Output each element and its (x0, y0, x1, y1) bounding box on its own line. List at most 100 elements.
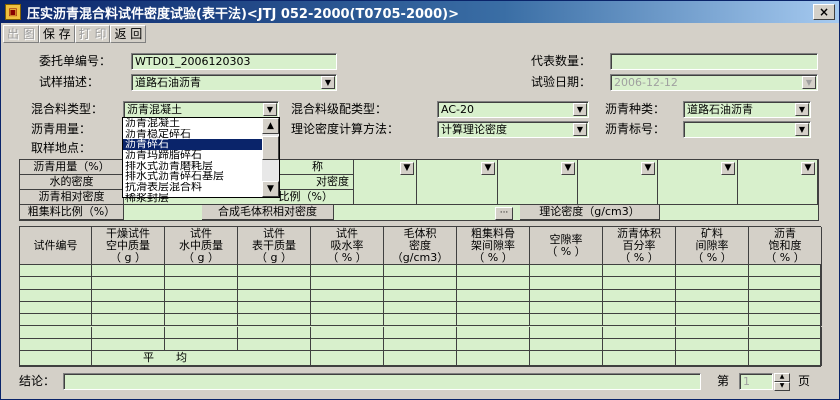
table-cell[interactable] (20, 277, 92, 290)
table-cell[interactable] (676, 326, 749, 339)
print-button[interactable]: 打 印 (74, 25, 111, 43)
table-cell[interactable] (92, 301, 165, 315)
table-cell[interactable] (384, 265, 457, 278)
table-cell[interactable] (20, 301, 92, 315)
table-cell[interactable] (457, 301, 530, 315)
table-cell[interactable] (20, 314, 92, 327)
table-cell[interactable] (384, 289, 457, 302)
avg-cell[interactable] (676, 351, 749, 366)
chevron-down-icon[interactable]: ▼ (263, 103, 277, 116)
table-cell[interactable] (92, 289, 165, 302)
page-up-icon[interactable]: ▲ (774, 373, 790, 382)
table-cell[interactable] (749, 314, 822, 327)
table-cell[interactable] (676, 265, 749, 278)
liqingzl-select[interactable]: 道路石油沥青 ▼ (683, 101, 811, 118)
avg-cell[interactable] (530, 351, 603, 366)
scroll-up-icon[interactable]: ▲ (262, 118, 279, 134)
table-cell[interactable] (92, 338, 165, 352)
table-cell[interactable] (238, 265, 311, 278)
chart-button[interactable]: 出 图 (3, 25, 39, 43)
table-cell[interactable] (749, 326, 822, 339)
table-cell[interactable] (749, 289, 822, 302)
dropdown-option[interactable]: 沥青稳定碎石 (123, 129, 279, 140)
chevron-down-icon[interactable]: ▼ (561, 162, 575, 175)
chevron-down-icon[interactable]: ▼ (481, 162, 495, 175)
jipei-select[interactable]: AC-20 ▼ (437, 101, 589, 118)
table-cell[interactable] (165, 326, 238, 339)
save-button[interactable]: 保 存 (38, 25, 75, 43)
table-cell[interactable] (457, 338, 530, 352)
table-cell[interactable] (603, 289, 676, 302)
table-cell[interactable] (165, 277, 238, 290)
table-cell[interactable] (92, 326, 165, 339)
table-cell[interactable] (20, 338, 92, 352)
table-cell[interactable] (676, 277, 749, 290)
table-cell[interactable] (457, 326, 530, 339)
table-cell[interactable] (530, 326, 603, 339)
table-cell[interactable] (92, 277, 165, 290)
avg-cell[interactable] (384, 351, 457, 366)
weituo-field[interactable]: WTD01_2006120303 (131, 53, 337, 70)
table-cell[interactable] (238, 326, 311, 339)
dropdown-option[interactable]: 稀浆封层 (123, 193, 279, 204)
table-cell[interactable] (238, 289, 311, 302)
dropdown-option[interactable]: 沥青玛蹄脂碎石 (123, 150, 279, 161)
table-cell[interactable] (238, 277, 311, 290)
table-cell[interactable] (384, 301, 457, 315)
hunheliao-select[interactable]: 沥青混凝土 ▼ (123, 101, 279, 118)
dropdown-option[interactable]: 排水式沥青磨耗层 (123, 161, 279, 172)
table-cell[interactable] (603, 338, 676, 352)
page-field[interactable]: 1 (739, 373, 773, 390)
table-cell[interactable] (20, 326, 92, 339)
table-cell[interactable] (749, 277, 822, 290)
table-cell[interactable] (603, 326, 676, 339)
table-cell[interactable] (749, 338, 822, 352)
table-cell[interactable] (676, 289, 749, 302)
table-cell[interactable] (530, 289, 603, 302)
avg-cell[interactable] (457, 351, 530, 366)
table-cell[interactable] (676, 314, 749, 327)
table-cell[interactable] (457, 289, 530, 302)
conclusion-field[interactable] (63, 373, 701, 390)
table-cell[interactable] (457, 265, 530, 278)
dropdown-scrollbar[interactable]: ▲ ▼ (262, 118, 279, 197)
avg-cell[interactable] (238, 351, 311, 366)
chevron-down-icon[interactable]: ▼ (573, 123, 587, 136)
back-button[interactable]: 返 回 (110, 25, 147, 43)
chevron-down-icon[interactable]: ▼ (641, 162, 655, 175)
table-cell[interactable] (165, 314, 238, 327)
chevron-down-icon[interactable]: ▼ (801, 162, 815, 175)
chevron-down-icon[interactable]: ▼ (721, 162, 735, 175)
miaoshu-select[interactable]: 道路石油沥青 ▼ (131, 74, 337, 91)
table-cell[interactable] (20, 265, 92, 278)
table-cell[interactable] (311, 301, 384, 315)
dropdown-option[interactable]: 沥青混凝土 (123, 118, 279, 129)
table-cell[interactable] (165, 338, 238, 352)
table-cell[interactable] (384, 338, 457, 352)
table-cell[interactable] (457, 277, 530, 290)
table-cell[interactable] (530, 265, 603, 278)
chevron-down-icon[interactable]: ▼ (400, 162, 414, 175)
lilun-select[interactable]: 计算理论密度 ▼ (437, 121, 589, 138)
dropdown-option[interactable]: 抗滑表层混合料 (123, 182, 279, 193)
page-down-icon[interactable]: ▼ (774, 382, 790, 391)
table-cell[interactable] (165, 301, 238, 315)
avg-cell[interactable] (603, 351, 676, 366)
daibiao-field[interactable] (610, 53, 818, 70)
table-cell[interactable] (238, 314, 311, 327)
table-cell[interactable] (676, 338, 749, 352)
table-cell[interactable] (457, 314, 530, 327)
biaohao-select[interactable]: ▼ (683, 121, 811, 138)
chevron-down-icon[interactable]: ▼ (321, 76, 335, 89)
table-cell[interactable] (311, 289, 384, 302)
table-cell[interactable] (530, 277, 603, 290)
scroll-down-icon[interactable]: ▼ (262, 181, 279, 197)
table-cell[interactable] (165, 289, 238, 302)
table-cell[interactable] (311, 265, 384, 278)
table-cell[interactable] (603, 265, 676, 278)
table-cell[interactable] (530, 301, 603, 315)
chevron-down-icon[interactable]: ▼ (802, 76, 816, 89)
chevron-down-icon[interactable]: ▼ (573, 103, 587, 116)
scroll-thumb[interactable] (262, 136, 279, 160)
dropdown-option[interactable]: 沥青碎石 (123, 139, 279, 151)
